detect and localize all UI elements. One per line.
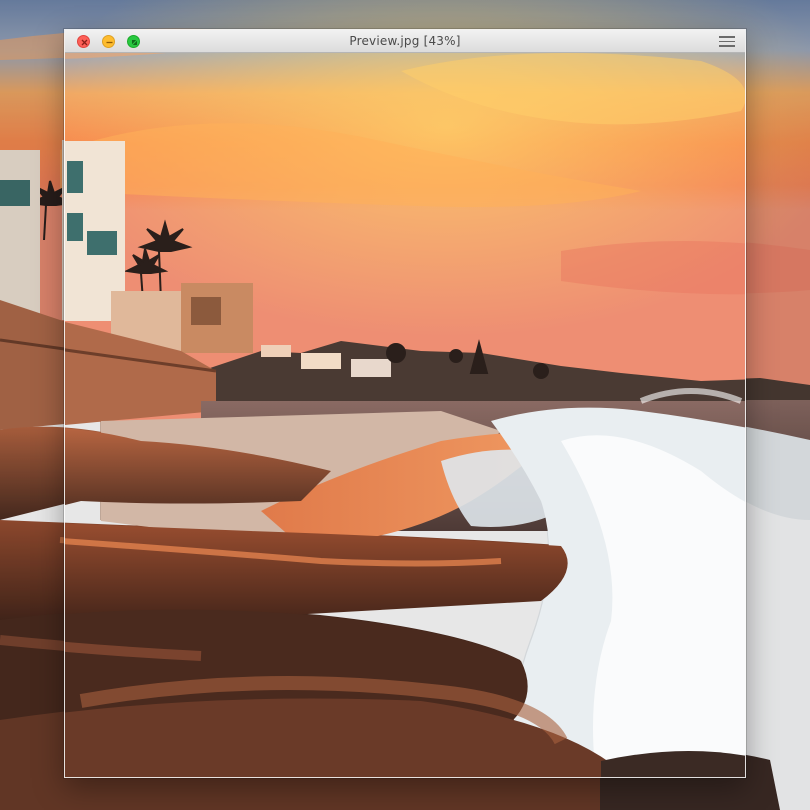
hamburger-menu-icon (719, 40, 735, 42)
preview-window[interactable]: Preview.jpg [43%] (64, 29, 746, 778)
preview-image (65, 53, 745, 777)
window-title: Preview.jpg [43%] (349, 34, 461, 48)
window-titlebar[interactable]: Preview.jpg [43%] (65, 30, 745, 53)
image-viewport[interactable] (65, 53, 745, 777)
hamburger-menu-icon (719, 36, 735, 38)
hamburger-menu-icon (719, 45, 735, 47)
hamburger-menu-button[interactable] (719, 36, 735, 47)
desktop-background: Preview.jpg [43%] (0, 0, 810, 810)
